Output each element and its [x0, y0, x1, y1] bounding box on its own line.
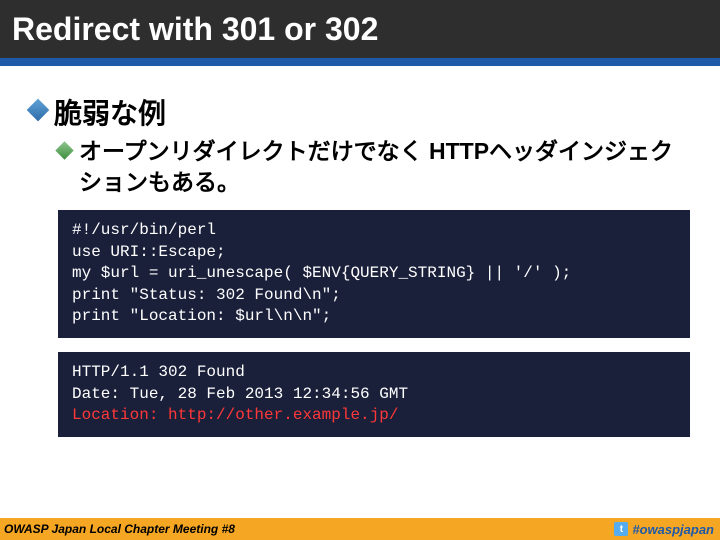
code-line: use URI::Escape; [72, 243, 226, 261]
code-line: Date: Tue, 28 Feb 2013 12:34:56 GMT [72, 385, 408, 403]
slide-header: Redirect with 301 or 302 [0, 0, 720, 58]
bullet-level1: 脆弱な例 [30, 92, 690, 132]
code-line: my $url = uri_unescape( $ENV{QUERY_STRIN… [72, 264, 571, 282]
slide-content: 脆弱な例 オープンリダイレクトだけでなく HTTPヘッダインジェクションもある。… [0, 66, 720, 437]
code-block-perl: #!/usr/bin/perl use URI::Escape; my $url… [58, 210, 690, 338]
bullet1-text: 脆弱な例 [54, 92, 166, 132]
diamond-bullet-icon [27, 99, 50, 122]
code-line: print "Status: 302 Found\n"; [72, 286, 341, 304]
footer-left-text: OWASP Japan Local Chapter Meeting #8 [4, 522, 235, 536]
diamond-bullet-icon [55, 141, 73, 159]
code-line-highlight: Location: http://other.example.jp/ [72, 406, 398, 424]
slide-title: Redirect with 301 or 302 [12, 11, 378, 48]
accent-strip [0, 58, 720, 66]
code-line: HTTP/1.1 302 Found [72, 363, 245, 381]
bullet2-text: オープンリダイレクトだけでなく HTTPヘッダインジェクションもある。 [79, 136, 690, 198]
code-block-http: HTTP/1.1 302 Found Date: Tue, 28 Feb 201… [58, 352, 690, 437]
footer-right: t #owaspjapan [614, 522, 714, 537]
bullet-level2: オープンリダイレクトだけでなく HTTPヘッダインジェクションもある。 [58, 136, 690, 198]
slide-footer: OWASP Japan Local Chapter Meeting #8 t #… [0, 518, 720, 540]
hashtag-text: #owaspjapan [632, 522, 714, 537]
twitter-icon: t [614, 522, 628, 536]
code-line: print "Location: $url\n\n"; [72, 307, 331, 325]
code-line: #!/usr/bin/perl [72, 221, 216, 239]
